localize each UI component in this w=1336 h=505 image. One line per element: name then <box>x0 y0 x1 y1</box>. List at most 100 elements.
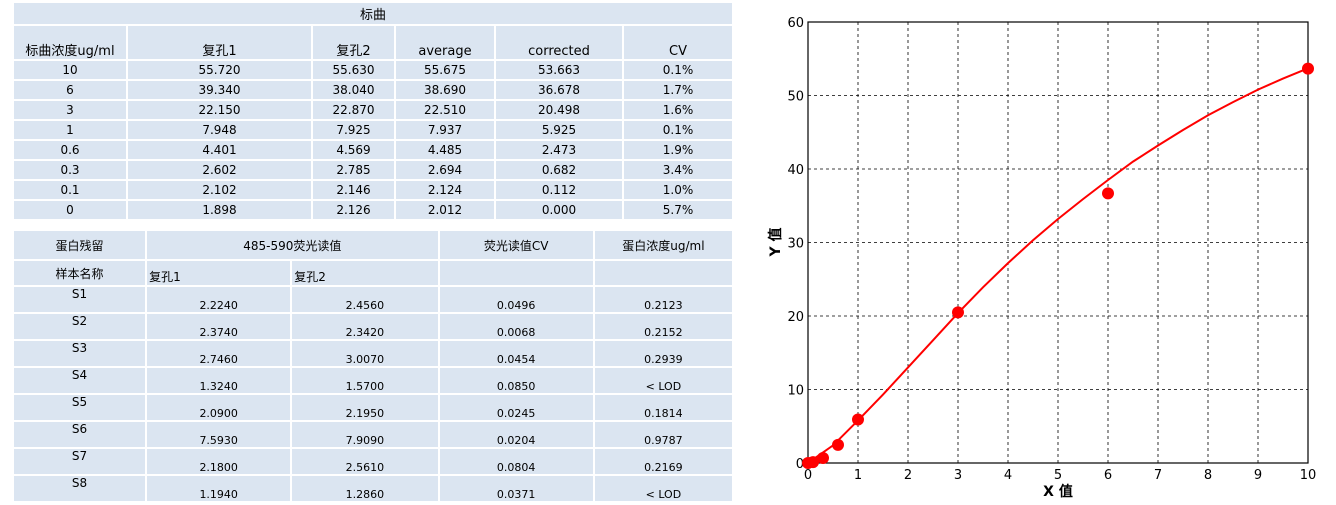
sample-value-cell: 0.0371 <box>439 476 593 501</box>
std-table-row: 6 39.340 38.040 38.690 36.678 1.7% <box>14 81 732 99</box>
std-cell: 4.569 <box>313 141 394 159</box>
y-tick-label: 40 <box>787 163 804 178</box>
std-cell: 1.6% <box>624 101 732 119</box>
std-cell: 3.4% <box>624 161 732 179</box>
sample-value-cell: 0.2939 <box>594 341 732 366</box>
sample-name-cell: S4 <box>14 368 146 393</box>
standard-curve-table: 标曲 标曲浓度ug/ml 复孔1 复孔2 average corrected C… <box>12 1 734 221</box>
sample-name-cell: S3 <box>14 341 146 366</box>
sample-value-cell: 1.2860 <box>292 476 438 501</box>
sample-table-row: S4 1.3240 1.5700 0.0850 < LOD <box>14 368 732 393</box>
y-tick-label: 20 <box>787 310 804 325</box>
sample-value-cell: 2.5610 <box>292 449 438 474</box>
y-tick-label: 30 <box>787 237 804 252</box>
std-table-row: 0.1 2.102 2.146 2.124 0.112 1.0% <box>14 181 732 199</box>
std-cell: 2.602 <box>128 161 311 179</box>
data-point <box>1102 187 1114 200</box>
std-cell: 7.925 <box>313 121 394 139</box>
std-cell: 55.675 <box>396 61 494 79</box>
std-cell: 10 <box>14 61 126 79</box>
sample-value-cell: 1.5700 <box>292 368 438 393</box>
x-tick-label: 6 <box>1104 468 1112 483</box>
sample-name-cell: S8 <box>14 476 146 501</box>
sample-table-row: S8 1.1940 1.2860 0.0371 < LOD <box>14 476 732 501</box>
y-tick-label: 60 <box>787 16 804 31</box>
sample-table-row: S3 2.7460 3.0070 0.0454 0.2939 <box>14 341 732 366</box>
x-tick-label: 10 <box>1300 468 1317 483</box>
std-cell: 0.3 <box>14 161 126 179</box>
standard-table-title: 标曲 <box>14 3 732 24</box>
data-point <box>952 306 964 319</box>
x-tick-label: 2 <box>904 468 912 483</box>
std-cell: 55.720 <box>128 61 311 79</box>
std-cell: 0.000 <box>496 201 622 219</box>
sample-header-blank-conc <box>594 261 732 285</box>
x-tick-label: 1 <box>854 468 862 483</box>
std-table-row: 3 22.150 22.870 22.510 20.498 1.6% <box>14 101 732 119</box>
sample-header-name: 样本名称 <box>14 261 146 285</box>
sample-table-row: S2 2.3740 2.3420 0.0068 0.2152 <box>14 314 732 339</box>
data-point <box>852 413 864 426</box>
x-tick-label: 9 <box>1254 468 1262 483</box>
sample-value-cell: 0.0245 <box>439 395 593 420</box>
std-cell: 4.485 <box>396 141 494 159</box>
sample-table-row: S5 2.0900 2.1950 0.0245 0.1814 <box>14 395 732 420</box>
sample-header-blank-cv <box>439 261 593 285</box>
sample-value-cell: 3.0070 <box>292 341 438 366</box>
sample-value-cell: < LOD <box>594 368 732 393</box>
std-cell: 0.1% <box>624 121 732 139</box>
sample-table-row: S1 2.2240 2.4560 0.0496 0.2123 <box>14 287 732 312</box>
std-cell: 0.1 <box>14 181 126 199</box>
data-point <box>832 438 844 451</box>
y-tick-label: 10 <box>787 384 804 399</box>
sample-value-cell: 1.1940 <box>147 476 291 501</box>
std-cell: 22.510 <box>396 101 494 119</box>
sample-table-row: S6 7.5930 7.9090 0.0204 0.9787 <box>14 422 732 447</box>
x-tick-label: 0 <box>804 468 812 483</box>
y-axis-label: Y 值 <box>767 227 784 257</box>
sample-value-cell: 0.2169 <box>594 449 732 474</box>
sample-value-cell: 2.4560 <box>292 287 438 312</box>
std-cell: 39.340 <box>128 81 311 99</box>
std-cell: 2.012 <box>396 201 494 219</box>
x-tick-label: 5 <box>1054 468 1062 483</box>
x-tick-label: 3 <box>954 468 962 483</box>
std-cell: 38.040 <box>313 81 394 99</box>
std-cell: 0.112 <box>496 181 622 199</box>
std-cell: 0.1% <box>624 61 732 79</box>
sample-value-cell: 7.5930 <box>147 422 291 447</box>
sample-value-cell: 0.0454 <box>439 341 593 366</box>
sample-name-cell: S2 <box>14 314 146 339</box>
std-cell: 22.870 <box>313 101 394 119</box>
std-cell: 20.498 <box>496 101 622 119</box>
std-cell: 0 <box>14 201 126 219</box>
sample-table: 蛋白残留 485-590荧光读值 荧光读值CV 蛋白浓度ug/ml 样本名称 复… <box>12 229 734 503</box>
std-cell: 1 <box>14 121 126 139</box>
std-cell: 1.898 <box>128 201 311 219</box>
standard-curve-chart: 0 1 2 3 4 5 6 7 8 9 100102030405060 X 值 Y 值 <box>767 16 1317 500</box>
std-cell: 1.9% <box>624 141 732 159</box>
std-cell: 5.7% <box>624 201 732 219</box>
sample-value-cell: < LOD <box>594 476 732 501</box>
sample-value-cell: 0.0804 <box>439 449 593 474</box>
std-header-cv: CV <box>624 26 732 59</box>
sample-value-cell: 0.9787 <box>594 422 732 447</box>
std-cell: 7.948 <box>128 121 311 139</box>
std-cell: 2.473 <box>496 141 622 159</box>
sample-value-cell: 0.2123 <box>594 287 732 312</box>
sample-value-cell: 0.0204 <box>439 422 593 447</box>
std-cell: 1.7% <box>624 81 732 99</box>
std-cell: 2.694 <box>396 161 494 179</box>
x-tick-label: 4 <box>1004 468 1012 483</box>
std-header-rep1: 复孔1 <box>128 26 311 59</box>
std-cell: 2.124 <box>396 181 494 199</box>
sample-value-cell: 2.7460 <box>147 341 291 366</box>
std-cell: 2.126 <box>313 201 394 219</box>
std-table-row: 0.6 4.401 4.569 4.485 2.473 1.9% <box>14 141 732 159</box>
y-tick-label: 50 <box>787 90 804 105</box>
sample-header-cv: 荧光读值CV <box>439 231 593 259</box>
x-tick-label: 8 <box>1204 468 1212 483</box>
std-cell: 22.150 <box>128 101 311 119</box>
data-point <box>817 451 829 464</box>
std-table-row: 1 7.948 7.925 7.937 5.925 0.1% <box>14 121 732 139</box>
